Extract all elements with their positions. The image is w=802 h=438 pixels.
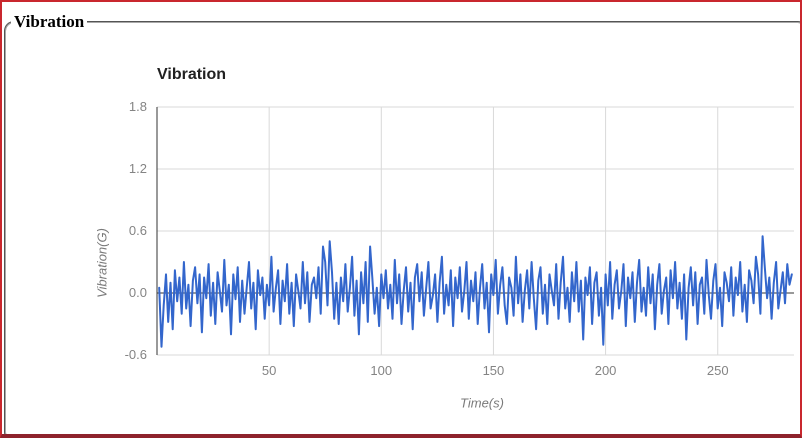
x-tick-label: 100 xyxy=(351,363,411,378)
x-tick-label: 250 xyxy=(688,363,748,378)
y-axis-title: Vibration(G) xyxy=(95,228,110,298)
vibration-window: Vibration Vibration 1.81.20.60.0-0.65010… xyxy=(0,0,802,438)
x-tick-label: 150 xyxy=(463,363,523,378)
y-tick-label: 1.8 xyxy=(87,99,147,114)
x-tick-label: 50 xyxy=(239,363,299,378)
x-axis-title: Time(s) xyxy=(460,396,504,411)
y-tick-label: 1.2 xyxy=(87,161,147,176)
y-tick-label: -0.6 xyxy=(87,347,147,362)
series-line-vibration xyxy=(159,236,792,347)
x-tick-label: 200 xyxy=(576,363,636,378)
